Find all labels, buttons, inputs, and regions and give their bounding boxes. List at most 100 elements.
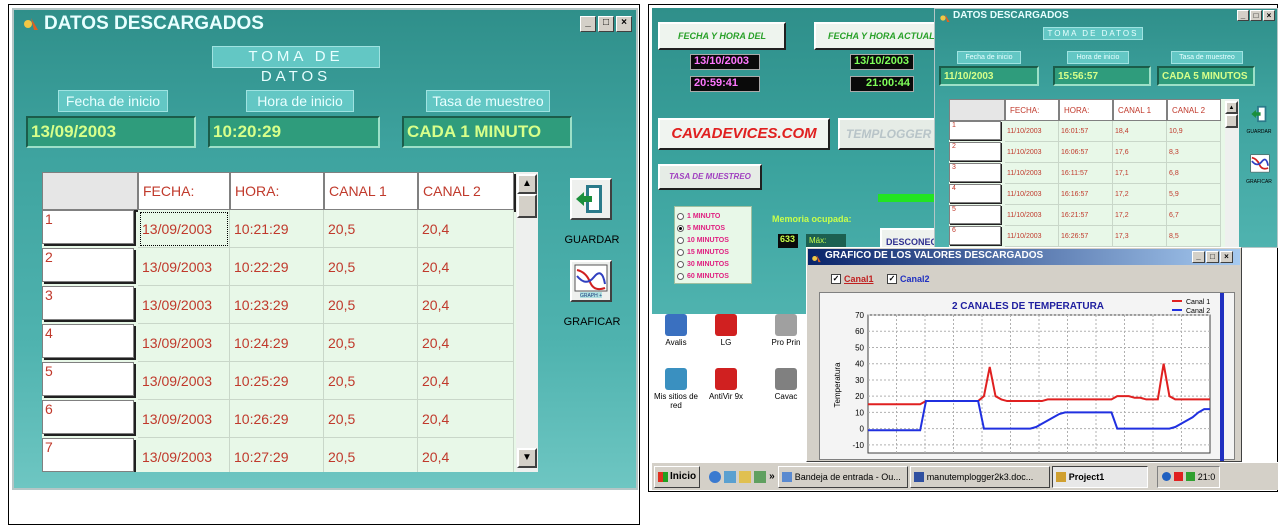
title-bar[interactable]: GRAFICO DE LOS VALORES DESCARGADOS _ □ × [808, 249, 1240, 265]
tray-icon-3[interactable] [1185, 472, 1195, 481]
grid-cell[interactable]: 5,9 [1167, 184, 1221, 205]
col-header-fecha[interactable]: FECHA: [1005, 99, 1059, 121]
scroll-down-button[interactable]: ▼ [517, 448, 537, 468]
col-header-hora[interactable]: HORA: [1059, 99, 1113, 121]
rate-option[interactable]: 30 MINUTOS [677, 258, 749, 270]
start-button[interactable]: Inicio [654, 465, 701, 488]
maximize-button[interactable]: □ [1206, 251, 1219, 263]
row-header[interactable]: 1 [949, 121, 1001, 140]
data-grid[interactable]: FECHA: HORA: CANAL 1 CANAL 2 1 13/09/2003… [42, 172, 538, 472]
quicklaunch-app-icon[interactable] [754, 470, 767, 483]
grid-cell[interactable]: 17,1 [1113, 163, 1167, 184]
minimize-button[interactable]: _ [1192, 251, 1205, 263]
scroll-thumb[interactable] [1225, 114, 1238, 128]
grid-cell[interactable]: 20,5 [324, 210, 418, 248]
grid-cell[interactable]: 20,4 [418, 438, 514, 472]
quicklaunch-desktop-icon[interactable] [724, 470, 737, 483]
logger-time-button[interactable]: FECHA Y HORA DEL LOGGER [658, 22, 786, 65]
grid-cell[interactable]: 13/09/2003 [138, 438, 230, 472]
save-button[interactable]: GUARDAR [1241, 103, 1277, 143]
maximize-button[interactable]: □ [598, 16, 614, 32]
grid-cell[interactable]: 13/09/2003 [138, 248, 230, 286]
grid-cell[interactable]: 13/09/2003 [138, 362, 230, 400]
quicklaunch-folder-icon[interactable] [739, 470, 752, 483]
grid-cell[interactable]: 16:11:57 [1059, 163, 1113, 184]
row-header[interactable]: 3 [42, 286, 134, 320]
scroll-up-button[interactable]: ▲ [517, 174, 537, 194]
grid-cell[interactable]: 16:16:57 [1059, 184, 1113, 205]
vertical-scrollbar[interactable]: ▲ ▼ [516, 172, 538, 472]
grid-cell[interactable]: 13/09/2003 [138, 400, 230, 438]
grid-cell[interactable]: 16:26:57 [1059, 226, 1113, 247]
row-header[interactable]: 2 [949, 142, 1001, 161]
desktop-icon[interactable]: Pro Prin [762, 314, 810, 347]
grid-cell[interactable]: 10,9 [1167, 121, 1221, 142]
save-button[interactable]: GUARDAR [560, 178, 624, 250]
grid-cell[interactable]: 11/10/2003 [1005, 142, 1059, 163]
grid-cell[interactable]: 10:22:29 [230, 248, 324, 286]
col-header-canal1[interactable]: CANAL 1 [1113, 99, 1167, 121]
grid-cell[interactable]: 16:21:57 [1059, 205, 1113, 226]
row-header[interactable]: 5 [949, 205, 1001, 224]
grid-cell[interactable]: 8,3 [1167, 142, 1221, 163]
maximize-button[interactable]: □ [1250, 10, 1262, 21]
scroll-up-button[interactable]: ▲ [1225, 101, 1238, 114]
rate-option[interactable]: 10 MINUTOS [677, 234, 749, 246]
grid-cell[interactable]: 16:06:57 [1059, 142, 1113, 163]
grid-cell[interactable]: 10:24:29 [230, 324, 324, 362]
rate-button[interactable]: TASA DE MUESTREO [658, 164, 762, 190]
grid-cell[interactable]: 20,5 [324, 400, 418, 438]
canal2-checkbox[interactable]: ✓ Canal2 [887, 274, 930, 284]
taskbar-item[interactable]: manutemplogger2k3.doc... [909, 465, 1050, 488]
row-header[interactable]: 6 [949, 226, 1001, 245]
close-button[interactable]: × [616, 16, 632, 32]
grid-cell[interactable]: 20,5 [324, 324, 418, 362]
grid-cell[interactable]: 20,5 [324, 438, 418, 472]
minimize-button[interactable]: _ [1237, 10, 1249, 21]
grid-cell[interactable]: 20,4 [418, 210, 514, 248]
col-header-canal2[interactable]: CANAL 2 [1167, 99, 1221, 121]
brand-button[interactable]: CAVADEVICES.COM [658, 118, 830, 150]
grid-cell[interactable]: 11/10/2003 [1005, 226, 1059, 247]
quicklaunch-ie-icon[interactable] [709, 470, 722, 483]
current-time-button[interactable]: FECHA Y HORA ACTUAL [814, 22, 938, 50]
grid-cell[interactable]: 17,2 [1113, 184, 1167, 205]
grid-cell[interactable]: 18,4 [1113, 121, 1167, 142]
tray-icon-2[interactable] [1173, 472, 1183, 481]
desktop-icon[interactable]: Cavac [762, 368, 810, 401]
desktop-icon[interactable]: Avalis [652, 314, 700, 347]
col-header-canal2[interactable]: CANAL 2 [418, 172, 514, 210]
data-grid[interactable]: FECHA: HORA: CANAL 1 CANAL 2 1 11/10/2003… [949, 99, 1239, 247]
taskbar-item[interactable]: Bandeja de entrada - Ou... [777, 465, 908, 488]
grid-cell[interactable]: 8,5 [1167, 226, 1221, 247]
grid-cell[interactable]: 20,4 [418, 400, 514, 438]
grid-cell[interactable]: 13/09/2003 [138, 286, 230, 324]
scroll-thumb[interactable] [517, 194, 537, 218]
grid-cell[interactable]: 13/09/2003 [138, 324, 230, 362]
row-header[interactable]: 5 [42, 362, 134, 396]
desktop-icon[interactable]: AntiVir 9x [702, 368, 750, 401]
close-button[interactable]: × [1263, 10, 1275, 21]
grid-cell[interactable]: 11/10/2003 [1005, 121, 1059, 142]
grid-cell[interactable]: 11/10/2003 [1005, 205, 1059, 226]
col-header-hora[interactable]: HORA: [230, 172, 324, 210]
desktop-icon[interactable]: LG [702, 314, 750, 347]
grid-cell[interactable]: 11/10/2003 [1005, 163, 1059, 184]
grid-cell[interactable]: 6,8 [1167, 163, 1221, 184]
rate-option[interactable]: 60 MINUTOS [677, 270, 749, 282]
grid-cell[interactable]: 10:27:29 [230, 438, 324, 472]
grid-cell[interactable]: 10:21:29 [230, 210, 324, 248]
desktop-icon[interactable]: Mis sitios de red [652, 368, 700, 410]
grid-cell[interactable]: 13/09/2003 [138, 210, 230, 248]
quicklaunch-more[interactable]: » [769, 471, 775, 482]
col-header-canal1[interactable]: CANAL 1 [324, 172, 418, 210]
row-header[interactable]: 4 [42, 324, 134, 358]
grid-cell[interactable]: 20,4 [418, 286, 514, 324]
grid-cell[interactable]: 17,6 [1113, 142, 1167, 163]
close-button[interactable]: × [1220, 251, 1233, 263]
title-bar[interactable]: DATOS DESCARGADOS _ □ × [14, 10, 636, 38]
rate-option[interactable]: 5 MINUTOS [677, 222, 749, 234]
minimize-button[interactable]: _ [580, 16, 596, 32]
taskbar-item[interactable]: Project1 [1051, 465, 1148, 488]
grid-cell[interactable]: 10:23:29 [230, 286, 324, 324]
